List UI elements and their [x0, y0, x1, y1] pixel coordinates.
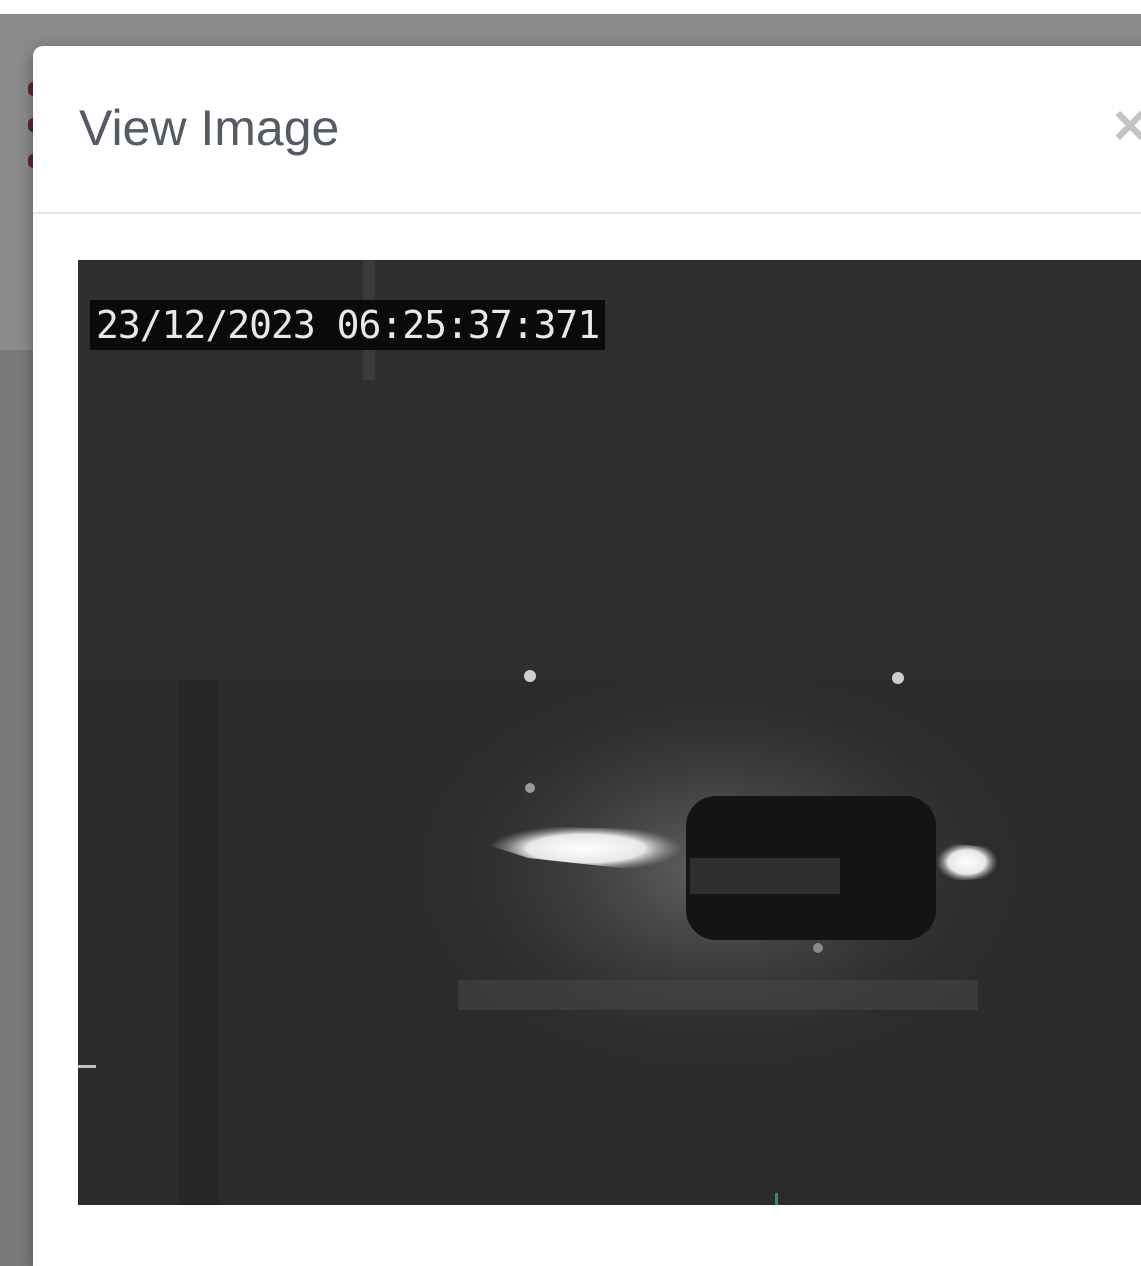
modal-header: View Image ×: [33, 46, 1141, 214]
page-top-strip: [0, 0, 1141, 14]
camera-image: 23/12/2023 06:25:37:371: [78, 260, 1141, 1205]
modal-title: View Image: [79, 100, 340, 156]
timestamp-overlay: 23/12/2023 06:25:37:371: [90, 300, 606, 350]
view-image-modal: View Image × 23/12/2023 06:25:37:371: [33, 46, 1141, 1266]
camera-image-graphic: [78, 260, 1141, 1205]
close-icon[interactable]: ×: [1113, 96, 1141, 156]
